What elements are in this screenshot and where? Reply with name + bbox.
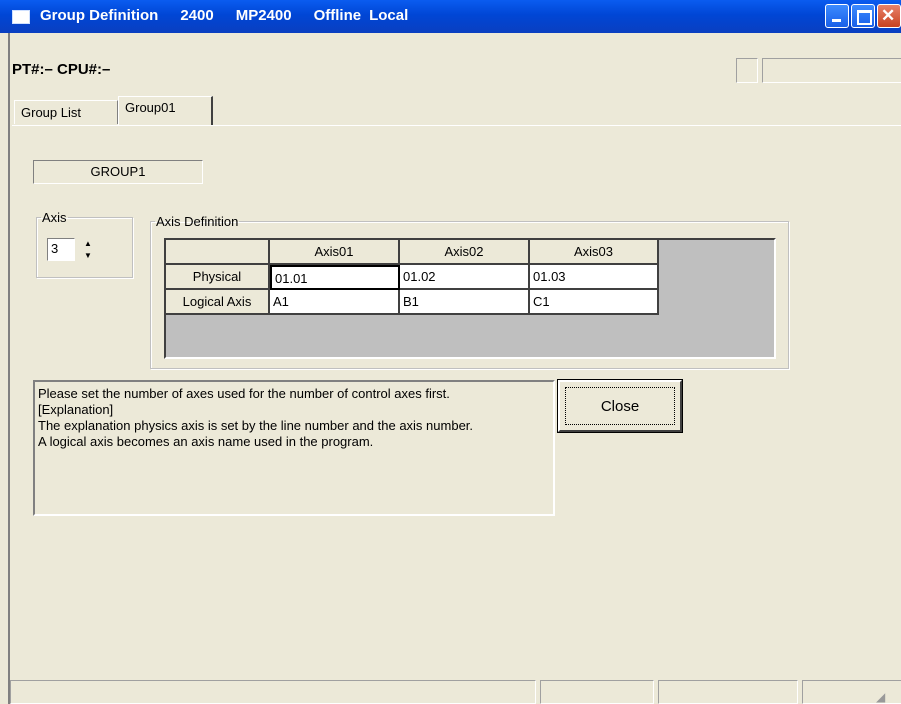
title-part: Local [369,7,409,24]
minimize-icon [832,19,841,22]
axis-definition-grid: Axis01 Axis02 Axis03 Physical 01.01 01.0… [164,238,776,359]
spin-up-icon[interactable]: ▲ [77,238,99,249]
group-name-field: GROUP1 [33,160,203,184]
app-icon [12,10,30,24]
explanation-line: A logical axis becomes an axis name used… [38,434,374,449]
logical-axis01-cell[interactable]: A1 [270,290,400,315]
window-title: Group Definition 2400 MP2400 Offline Local [40,7,430,24]
title-part: Group Definition [40,7,159,24]
explanation-line: The explanation physics axis is set by t… [38,418,474,433]
tab-group01[interactable]: Group01 [118,96,213,126]
maximize-icon [857,10,872,25]
axis-count-stepper[interactable]: ▲ ▼ [77,238,99,261]
title-part: Offline [313,7,362,24]
physical-axis02-cell[interactable]: 01.02 [400,265,530,290]
title-part: MP2400 [235,7,292,24]
close-window-button[interactable]: ✕ [877,4,901,28]
axis-definition-label: Axis Definition [156,214,239,229]
grid-corner [166,240,270,265]
column-header: Axis03 [530,240,659,265]
spin-down-icon[interactable]: ▼ [77,250,99,261]
physical-axis01-cell[interactable]: 01.01 [270,265,400,290]
title-bar: Group Definition 2400 MP2400 Offline Local ✕ [0,0,901,33]
status-pane [540,680,654,704]
status-pane [658,680,798,704]
status-pane [10,680,536,704]
close-button[interactable]: Close [557,379,683,433]
explanation-line: Please set the number of axes used for t… [38,386,450,401]
minimize-button[interactable] [825,4,849,28]
pt-cpu-label: PT#:– CPU#:– [12,61,111,78]
tab-group-list[interactable]: Group List [14,100,118,124]
row-header-physical: Physical [166,265,270,290]
info-field [762,58,901,83]
maximize-button[interactable] [851,4,875,28]
tab-panel-border [12,125,901,126]
status-bar [10,680,901,704]
close-button-label: Close [565,387,675,425]
axis-count-input[interactable]: 3 [47,238,75,261]
axis-label: Axis [42,210,67,225]
logical-axis02-cell[interactable]: B1 [400,290,530,315]
axis-groupbox: Axis 3 ▲ ▼ [36,210,133,278]
physical-axis03-cell[interactable]: 01.03 [530,265,659,290]
column-header: Axis01 [270,240,400,265]
explanation-text: Please set the number of axes used for t… [33,380,555,516]
title-part: 2400 [180,7,214,24]
explanation-line: [Explanation] [38,402,114,417]
logical-axis03-cell[interactable]: C1 [530,290,659,315]
info-bar: PT#:– CPU#:– [10,58,901,86]
close-icon: ✕ [881,6,896,25]
window-border [8,33,10,704]
column-header: Axis02 [400,240,530,265]
resize-grip-icon[interactable]: ◢ [876,690,890,704]
row-header-logical: Logical Axis [166,290,270,315]
info-field [736,58,758,83]
